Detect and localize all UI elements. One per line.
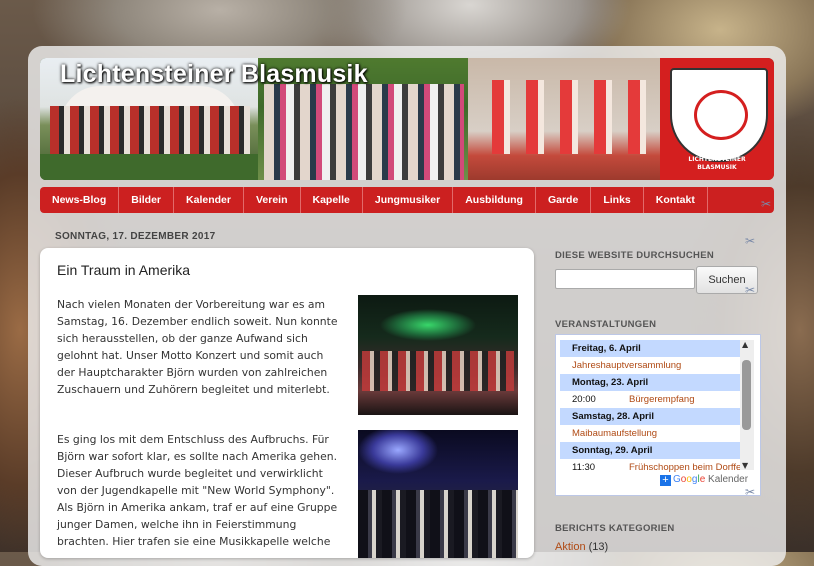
banner-club-crest: LICHTENSTEINER BLASMUSIK [660,58,774,180]
nav-item-bilder[interactable]: Bilder [119,187,175,213]
calendar-agenda: Freitag, 6. April Jahreshauptversammlung… [560,340,740,476]
edit-wrench-icon[interactable]: ✂ [761,197,771,211]
category-item[interactable]: Aktion (13) [555,541,608,553]
post-paragraph-2: Es ging los mit dem Entschluss des Aufbr… [57,433,338,548]
calendar-day-header: Montag, 23. April [560,374,740,391]
calendar-event[interactable]: Maibaumaufstellung [560,425,740,442]
header-banner[interactable]: LICHTENSTEINER BLASMUSIK Lichtensteiner … [40,58,774,180]
nav-item-kalender[interactable]: Kalender [174,187,244,213]
calendar-event[interactable]: Jahreshauptversammlung [560,357,740,374]
nav-item-verein[interactable]: Verein [244,187,301,213]
edit-wrench-icon[interactable]: ✂ [745,283,755,297]
search-input[interactable] [555,269,695,289]
nav-item-news-blog[interactable]: News-Blog [40,187,120,213]
post-title[interactable]: Ein Traum in Amerika [57,262,190,278]
post-paragraph-1: Nach vielen Monaten der Vorbereitung war… [57,298,338,396]
scroll-up-icon[interactable]: ▲ [742,340,748,349]
edit-wrench-icon[interactable]: ✂ [745,234,755,248]
blog-post: Ein Traum in Amerika Nach vielen Monaten… [40,248,534,558]
banner-photo-dance-guard [468,58,660,180]
post-image-concert-stage[interactable] [358,295,518,415]
event-time: 11:30 [572,462,596,473]
site-title[interactable]: Lichtensteiner Blasmusik [60,60,368,89]
crest-text: LICHTENSTEINER BLASMUSIK [688,156,746,171]
add-to-calendar-icon[interactable]: + [660,475,671,486]
google-calendar-widget: Freitag, 6. April Jahreshauptversammlung… [555,334,761,496]
calendar-scrollbar[interactable]: ▲ ▼ [740,340,754,470]
post-date-header: SONNTAG, 17. DEZEMBER 2017 [55,231,216,242]
google-calendar-button[interactable]: + Google Kalender [660,474,748,486]
scroll-down-icon[interactable]: ▼ [742,461,748,470]
calendar-day-header: Freitag, 6. April [560,340,740,357]
nav-item-ausbildung[interactable]: Ausbildung [453,187,536,213]
nav-item-jungmusiker[interactable]: Jungmusiker [363,187,454,213]
calendar-day-header: Sonntag, 29. April [560,442,740,459]
nav-item-kapelle[interactable]: Kapelle [301,187,363,213]
main-nav: News-Blog Bilder Kalender Verein Kapelle… [40,187,774,213]
event-time: 20:00 [572,394,596,405]
post-image-america-scene[interactable] [358,430,518,558]
categories-heading: BERICHTS KATEGORIEN [555,523,675,534]
google-brand: Google [673,474,706,485]
events-heading: VERANSTALTUNGEN [555,319,657,330]
scroll-thumb[interactable] [742,360,751,430]
search-heading: DIESE WEBSITE DURCHSUCHEN [555,250,714,261]
nav-item-kontakt[interactable]: Kontakt [644,187,708,213]
edit-wrench-icon[interactable]: ✂ [745,485,755,499]
crest-icon [670,68,768,162]
nav-item-garde[interactable]: Garde [536,187,592,213]
calendar-footer-label: Kalender [708,474,749,485]
calendar-day-header: Samstag, 28. April [560,408,740,425]
nav-item-links[interactable]: Links [591,187,644,213]
calendar-event[interactable]: 20:00 Bürgerempfang [560,391,740,408]
